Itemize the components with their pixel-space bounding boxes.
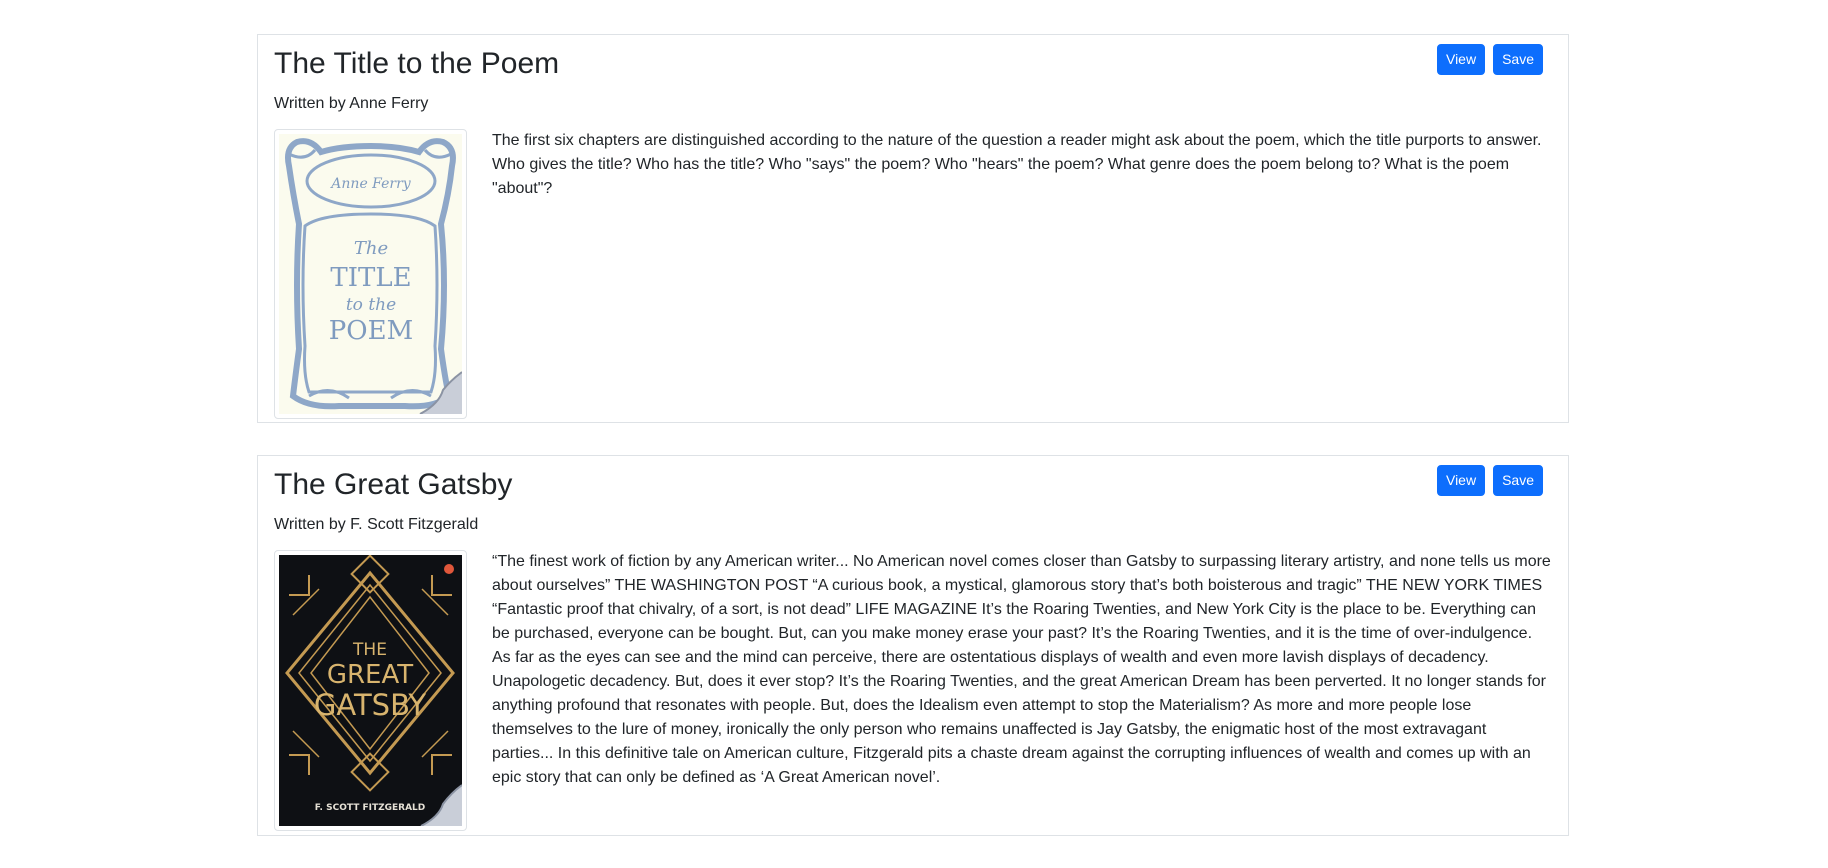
book-author: Written by F. Scott Fitzgerald — [274, 516, 479, 533]
book-author: Written by Anne Ferry — [274, 95, 429, 112]
book-results-list: The Title to the Poem Written by Anne Fe… — [257, 34, 1569, 868]
book-cover-thumbnail: THE GREAT GATSBY F. SCOTT FITZGERALD — [274, 550, 467, 831]
book-description: “The finest work of fiction by any Ameri… — [492, 553, 1551, 786]
book-description: The first six chapters are distinguished… — [492, 132, 1542, 197]
book-body: THE GREAT GATSBY F. SCOTT FITZGERALD “Th… — [274, 550, 1552, 831]
book-actions: View Save — [1436, 465, 1543, 496]
book-cover-image: THE GREAT GATSBY F. SCOTT FITZGERALD — [279, 555, 462, 826]
cover-title-line-4: POEM — [329, 316, 413, 346]
book-card: The Title to the Poem Written by Anne Fe… — [257, 34, 1569, 423]
book-actions: View Save — [1436, 44, 1543, 75]
book-title: The Title to the Poem — [274, 47, 560, 80]
cover-title-line-2: TITLE — [330, 263, 411, 293]
save-button[interactable]: Save — [1493, 44, 1543, 75]
book-title: The Great Gatsby — [274, 468, 513, 501]
book-cover-thumbnail: Anne Ferry The TITLE to the POEM — [274, 129, 467, 419]
save-button[interactable]: Save — [1493, 465, 1543, 496]
book-card: The Great Gatsby Written by F. Scott Fit… — [257, 455, 1569, 836]
view-button[interactable]: View — [1436, 44, 1486, 75]
cover-title-line-2: GREAT — [327, 660, 413, 690]
view-button[interactable]: View — [1436, 465, 1486, 496]
cover-title-line-1: The — [354, 238, 388, 259]
book-body: Anne Ferry The TITLE to the POEM The fir… — [274, 129, 1552, 419]
cover-author-text: Anne Ferry — [329, 176, 411, 192]
cover-title-line-3: to the — [346, 295, 396, 315]
cover-title-line-3: GATSBY — [314, 688, 426, 722]
cover-title-line-1: THE — [352, 640, 387, 660]
cover-author-text: F. SCOTT FITZGERALD — [315, 803, 426, 813]
book-cover-image: Anne Ferry The TITLE to the POEM — [279, 134, 462, 414]
